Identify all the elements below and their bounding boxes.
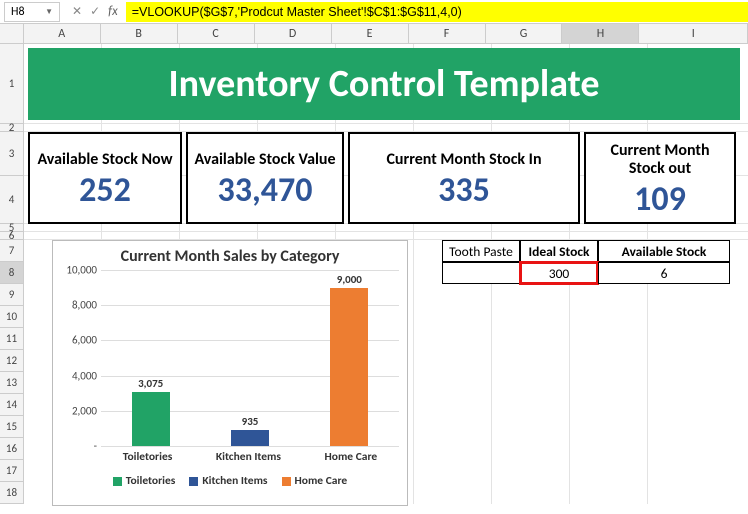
formula-bar: H8 ▼ ✕ ✓ fx [0,0,748,24]
chart-xaxis: Toiletories Kitchen Items Home Care [101,450,399,464]
chart-bar-group: 3,075 [102,377,200,446]
row-header-15[interactable]: 15 [0,416,23,438]
col-header-D[interactable]: D [255,24,332,43]
col-header-H[interactable]: H [562,24,639,43]
col-header-B[interactable]: B [101,24,178,43]
row-headers: 1 2 3 4 5 6 7 8 9 10 11 12 13 14 15 16 1… [0,44,24,504]
chart-legend-item: Home Care [282,474,348,488]
kpi-value: 252 [79,172,131,209]
kpi-label: Current Month Stock In [380,147,547,171]
select-all-corner[interactable] [0,24,24,43]
chart-bar-value-label: 3,075 [138,377,163,390]
kpi-value: 335 [438,172,490,209]
row-header-16[interactable]: 16 [0,438,23,460]
col-header-I[interactable]: I [639,24,748,43]
chart-plot-area: -2,0004,0006,0008,00010,000 3,0759359,00… [101,270,399,446]
col-header-C[interactable]: C [178,24,255,43]
accept-icon[interactable]: ✓ [90,4,100,19]
kpi-label: Available Stock Value [188,147,341,171]
row-header-9[interactable]: 9 [0,284,23,306]
chart-bar-group: 9,000 [300,273,398,446]
row-header-11[interactable]: 11 [0,328,23,350]
chevron-down-icon[interactable]: ▼ [45,7,53,17]
kpi-available-stock-now: Available Stock Now 252 [28,132,182,224]
chart-legend-swatch [282,477,291,486]
cancel-icon[interactable]: ✕ [72,4,82,19]
chart-legend-swatch [113,477,122,486]
chart-bar [231,430,269,446]
fx-icon[interactable]: fx [108,4,118,19]
name-box-value: H8 [11,5,25,19]
rtable-available-value[interactable]: 6 [598,262,730,284]
row-header-18[interactable]: 18 [0,482,23,504]
chart-bar-value-label: 9,000 [337,273,362,286]
chart-xtick: Home Care [325,450,378,464]
column-headers: A B C D E F G H I [0,24,748,44]
row-header-6[interactable]: 6 [0,232,23,240]
col-header-A[interactable]: A [24,24,101,43]
col-header-G[interactable]: G [486,24,563,43]
chart-ytick: 6,000 [72,334,97,347]
chart-bar [132,392,170,446]
chart-ytick: 4,000 [72,369,97,382]
chart-legend-item: Kitchen Items [189,474,267,488]
kpi-row: Available Stock Now 252 Available Stock … [28,132,740,224]
chart-legend-label: Home Care [295,474,348,488]
col-header-E[interactable]: E [332,24,409,43]
rtable-product[interactable]: Tooth Paste [442,240,520,262]
row-header-8[interactable]: 8 [0,262,23,284]
chart-legend: Toiletories Kitchen Items Home Care [53,474,407,488]
ideal-stock-table: Tooth Paste Ideal Stock Available Stock … [442,240,736,284]
row-header-4[interactable]: 4 [0,176,23,224]
chart-xtick: Kitchen Items [216,450,281,464]
chart-xtick: Toiletories [123,450,173,464]
row-header-2[interactable]: 2 [0,124,23,132]
chart-ytick: 2,000 [72,404,97,417]
kpi-available-stock-value: Available Stock Value 33,470 [186,132,344,224]
spreadsheet-grid: A B C D E F G H I 1 2 3 4 5 6 7 8 9 10 1… [0,24,748,504]
kpi-label: Available Stock Now [31,147,178,171]
chart-bars: 3,075 935 9,000 [101,270,399,446]
kpi-current-month-stock-out: Current Month Stock out 109 [584,132,736,224]
kpi-current-month-stock-in: Current Month Stock In 335 [348,132,580,224]
rtable-ideal-value[interactable]: 300 [520,262,598,284]
chart-yaxis: -2,0004,0006,0008,00010,000 [57,270,101,446]
page-title: Inventory Control Template [28,48,740,120]
row-header-10[interactable]: 10 [0,306,23,328]
row-header-12[interactable]: 12 [0,350,23,372]
chart-bar-value-label: 935 [242,415,259,428]
col-header-F[interactable]: F [409,24,486,43]
kpi-value: 109 [634,181,686,218]
row-header-3[interactable]: 3 [0,132,23,176]
chart-ytick: 10,000 [66,264,97,277]
chart-ytick: - [94,440,97,453]
kpi-value: 33,470 [218,172,313,209]
chart-sales-by-category[interactable]: Current Month Sales by Category - 2,000 4,… [52,240,408,506]
row-header-1[interactable]: 1 [0,44,23,124]
formula-input[interactable] [126,2,748,22]
rtable-empty-cell[interactable] [442,262,520,284]
chart-legend-swatch [189,477,198,486]
chart-legend-label: Kitchen Items [202,474,267,488]
chart-title: Current Month Sales by Category [53,241,407,270]
rtable-header-ideal[interactable]: Ideal Stock [520,240,598,262]
chart-legend-item: Toiletories [113,474,176,488]
formula-bar-icons: ✕ ✓ fx [64,4,126,19]
kpi-label: Current Month Stock out [586,138,734,181]
row-header-14[interactable]: 14 [0,394,23,416]
chart-bar-group: 935 [201,415,299,446]
row-header-7[interactable]: 7 [0,240,23,262]
chart-ytick: 8,000 [72,299,97,312]
row-header-13[interactable]: 13 [0,372,23,394]
chart-legend-label: Toiletories [126,474,176,488]
cells-area[interactable]: Inventory Control Template Available Sto… [24,44,748,504]
rtable-header-available[interactable]: Available Stock [598,240,730,262]
row-header-17[interactable]: 17 [0,460,23,482]
chart-bar [330,288,368,446]
name-box[interactable]: H8 ▼ [4,2,60,22]
